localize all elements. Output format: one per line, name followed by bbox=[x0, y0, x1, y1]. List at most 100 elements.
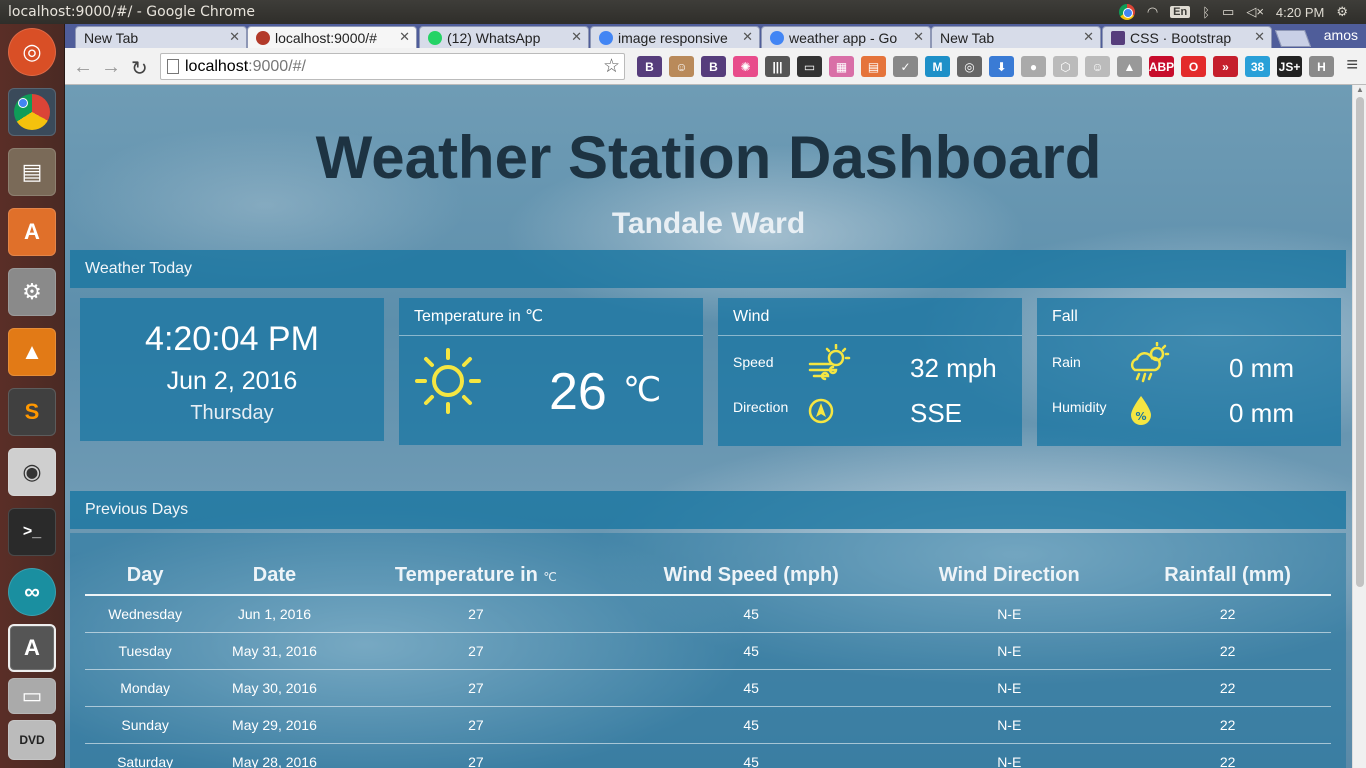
table-row: Saturday May 28, 2016 27 45 N-E 22 bbox=[85, 743, 1331, 768]
previous-days-header: Previous Days bbox=[70, 491, 1346, 529]
close-icon[interactable]: ✕ bbox=[742, 29, 753, 45]
forward-arrow-icon[interactable]: → bbox=[101, 56, 121, 79]
google-favicon-icon bbox=[599, 30, 613, 45]
menu-icon[interactable]: ≡ bbox=[1346, 54, 1358, 77]
extension-icon[interactable]: ◎ bbox=[957, 56, 982, 77]
tab-new-tab-2[interactable]: New Tab ✕ bbox=[931, 26, 1101, 48]
extension-icon[interactable]: H bbox=[1309, 56, 1334, 77]
tab-whatsapp[interactable]: (12) WhatsApp ✕ bbox=[419, 26, 589, 48]
close-icon[interactable]: ✕ bbox=[399, 29, 410, 45]
chrome-icon[interactable] bbox=[8, 88, 56, 136]
tab-weather-app[interactable]: weather app - Go ✕ bbox=[761, 26, 931, 48]
extension-icon[interactable]: B bbox=[637, 56, 662, 77]
system-settings-icon[interactable]: ⚙ bbox=[8, 268, 56, 316]
extension-icon[interactable]: ▭ bbox=[797, 56, 822, 77]
extension-icon[interactable]: ABP bbox=[1149, 56, 1174, 77]
sublime-text-icon[interactable]: S bbox=[8, 388, 56, 436]
page-viewport: Weather Station Dashboard Tandale Ward W… bbox=[65, 85, 1352, 768]
software-center-icon[interactable]: A bbox=[8, 208, 56, 256]
bluetooth-icon[interactable]: ᛒ bbox=[1202, 5, 1210, 20]
ubuntu-icon[interactable]: ◎ bbox=[8, 28, 56, 76]
cell-temperature: 27 bbox=[343, 632, 609, 670]
cell-rainfall: 22 bbox=[1124, 669, 1331, 707]
tab-css-bootstrap[interactable]: CSS · Bootstrap ✕ bbox=[1102, 26, 1272, 48]
tab-image-responsive[interactable]: image responsive ✕ bbox=[590, 26, 760, 48]
scrollbar-thumb[interactable] bbox=[1356, 97, 1364, 587]
cell-wind-direction: N-E bbox=[894, 743, 1125, 768]
profile-name[interactable]: amos bbox=[1324, 27, 1358, 43]
extension-icon[interactable]: ✓ bbox=[893, 56, 918, 77]
arduino-icon[interactable]: ∞ bbox=[8, 568, 56, 616]
scroll-up-arrow-icon[interactable]: ▲ bbox=[1356, 85, 1364, 94]
battery-icon[interactable]: ▭ bbox=[1222, 4, 1234, 20]
software-updater-icon[interactable]: A bbox=[8, 624, 56, 672]
tab-strip: New Tab ✕ localhost:9000/# ✕ (12) WhatsApp… bbox=[65, 24, 1366, 48]
back-arrow-icon[interactable]: ← bbox=[73, 56, 93, 79]
extension-icon[interactable]: ☺ bbox=[669, 56, 694, 77]
col-wind-direction: Wind Direction bbox=[894, 553, 1125, 596]
extension-icon[interactable]: ||| bbox=[765, 56, 790, 77]
reload-icon[interactable]: ↻ bbox=[131, 56, 148, 81]
table-row: Monday May 30, 2016 27 45 N-E 22 bbox=[85, 669, 1331, 707]
extension-icon[interactable]: ● bbox=[1021, 56, 1046, 77]
cell-rainfall: 22 bbox=[1124, 743, 1331, 768]
whatsapp-favicon-icon bbox=[428, 30, 442, 45]
close-icon[interactable]: ✕ bbox=[913, 29, 924, 45]
cell-wind-direction: N-E bbox=[894, 632, 1125, 670]
cell-temperature: 27 bbox=[343, 669, 609, 707]
address-bar[interactable]: localhost:9000/#/ bbox=[160, 53, 625, 80]
humidity-value: 0 mm bbox=[1229, 398, 1294, 428]
cell-wind-direction: N-E bbox=[894, 706, 1125, 744]
windy-sun-icon bbox=[808, 344, 851, 381]
extension-icon[interactable]: O bbox=[1181, 56, 1206, 77]
files-icon[interactable]: ▤ bbox=[8, 148, 56, 196]
extensions-bar: B ☺ B ✺ ||| ▭ ▦ ▤ ✓ M ◎ ⬇ ● ⬡ ☺ ▲ ABP O » 38 JS+ H bbox=[637, 56, 1334, 77]
system-clock[interactable]: 4:20 PM bbox=[1276, 5, 1324, 20]
extension-icon[interactable]: M bbox=[925, 56, 950, 77]
extension-icon[interactable]: ⬇ bbox=[989, 56, 1014, 77]
cell-rainfall: 22 bbox=[1124, 706, 1331, 744]
close-icon[interactable]: ✕ bbox=[229, 29, 240, 45]
extension-icon[interactable]: ▲ bbox=[1117, 56, 1142, 77]
close-icon[interactable]: ✕ bbox=[1254, 29, 1265, 45]
wind-direction-value: SSE bbox=[910, 398, 963, 428]
previous-days-table: Day Date Temperature in ℃ Wind Speed (mp… bbox=[85, 553, 1331, 768]
close-icon[interactable]: ✕ bbox=[1083, 29, 1094, 45]
cell-rainfall: 22 bbox=[1124, 595, 1331, 633]
cell-temperature: 27 bbox=[343, 595, 609, 633]
power-gear-icon[interactable]: ⚙ bbox=[1336, 4, 1348, 20]
speaker-icon[interactable]: ◉ bbox=[8, 448, 56, 496]
volume-icon[interactable]: ◁× bbox=[1246, 4, 1264, 20]
page-scrollbar[interactable]: ▲ bbox=[1352, 85, 1366, 768]
dvd-icon[interactable]: DVD bbox=[8, 720, 56, 760]
extension-icon[interactable]: 38 bbox=[1245, 56, 1270, 77]
extension-icon[interactable]: ☺ bbox=[1085, 56, 1110, 77]
tab-localhost[interactable]: localhost:9000/# ✕ bbox=[247, 26, 417, 48]
new-tab-button[interactable] bbox=[1274, 30, 1312, 47]
drive-icon[interactable]: ▭ bbox=[8, 678, 56, 714]
extension-icon[interactable]: JS+ bbox=[1277, 56, 1302, 77]
svg-text:%: % bbox=[1135, 410, 1146, 423]
weather-today-header: Weather Today bbox=[70, 250, 1346, 288]
extension-icon[interactable]: ✺ bbox=[733, 56, 758, 77]
cell-temperature: 27 bbox=[343, 706, 609, 744]
terminal-icon[interactable]: >_ bbox=[8, 508, 56, 556]
tab-new-tab-1[interactable]: New Tab ✕ bbox=[75, 26, 247, 48]
chrome-indicator-icon[interactable] bbox=[1118, 4, 1135, 20]
extension-icon[interactable]: » bbox=[1213, 56, 1238, 77]
extension-icon[interactable]: ⬡ bbox=[1053, 56, 1078, 77]
temperature-value: 26 bbox=[549, 363, 607, 421]
system-top-bar: localhost:9000/#/ - Google Chrome ◠ En ᛒ… bbox=[0, 0, 1366, 24]
bookmark-star-icon[interactable]: ☆ bbox=[603, 55, 620, 78]
wifi-icon[interactable]: ◠ bbox=[1147, 4, 1158, 20]
extension-icon[interactable]: ▦ bbox=[829, 56, 854, 77]
close-icon[interactable]: ✕ bbox=[571, 29, 582, 45]
extension-icon[interactable]: ▤ bbox=[861, 56, 886, 77]
cell-wind-speed: 45 bbox=[608, 706, 895, 744]
keyboard-layout-indicator[interactable]: En bbox=[1170, 6, 1191, 18]
temperature-header: Temperature in ℃ bbox=[399, 298, 703, 336]
spy-favicon-icon bbox=[256, 30, 270, 45]
cell-wind-direction: N-E bbox=[894, 669, 1125, 707]
vlc-icon[interactable]: ▲ bbox=[8, 328, 56, 376]
extension-icon[interactable]: B bbox=[701, 56, 726, 77]
